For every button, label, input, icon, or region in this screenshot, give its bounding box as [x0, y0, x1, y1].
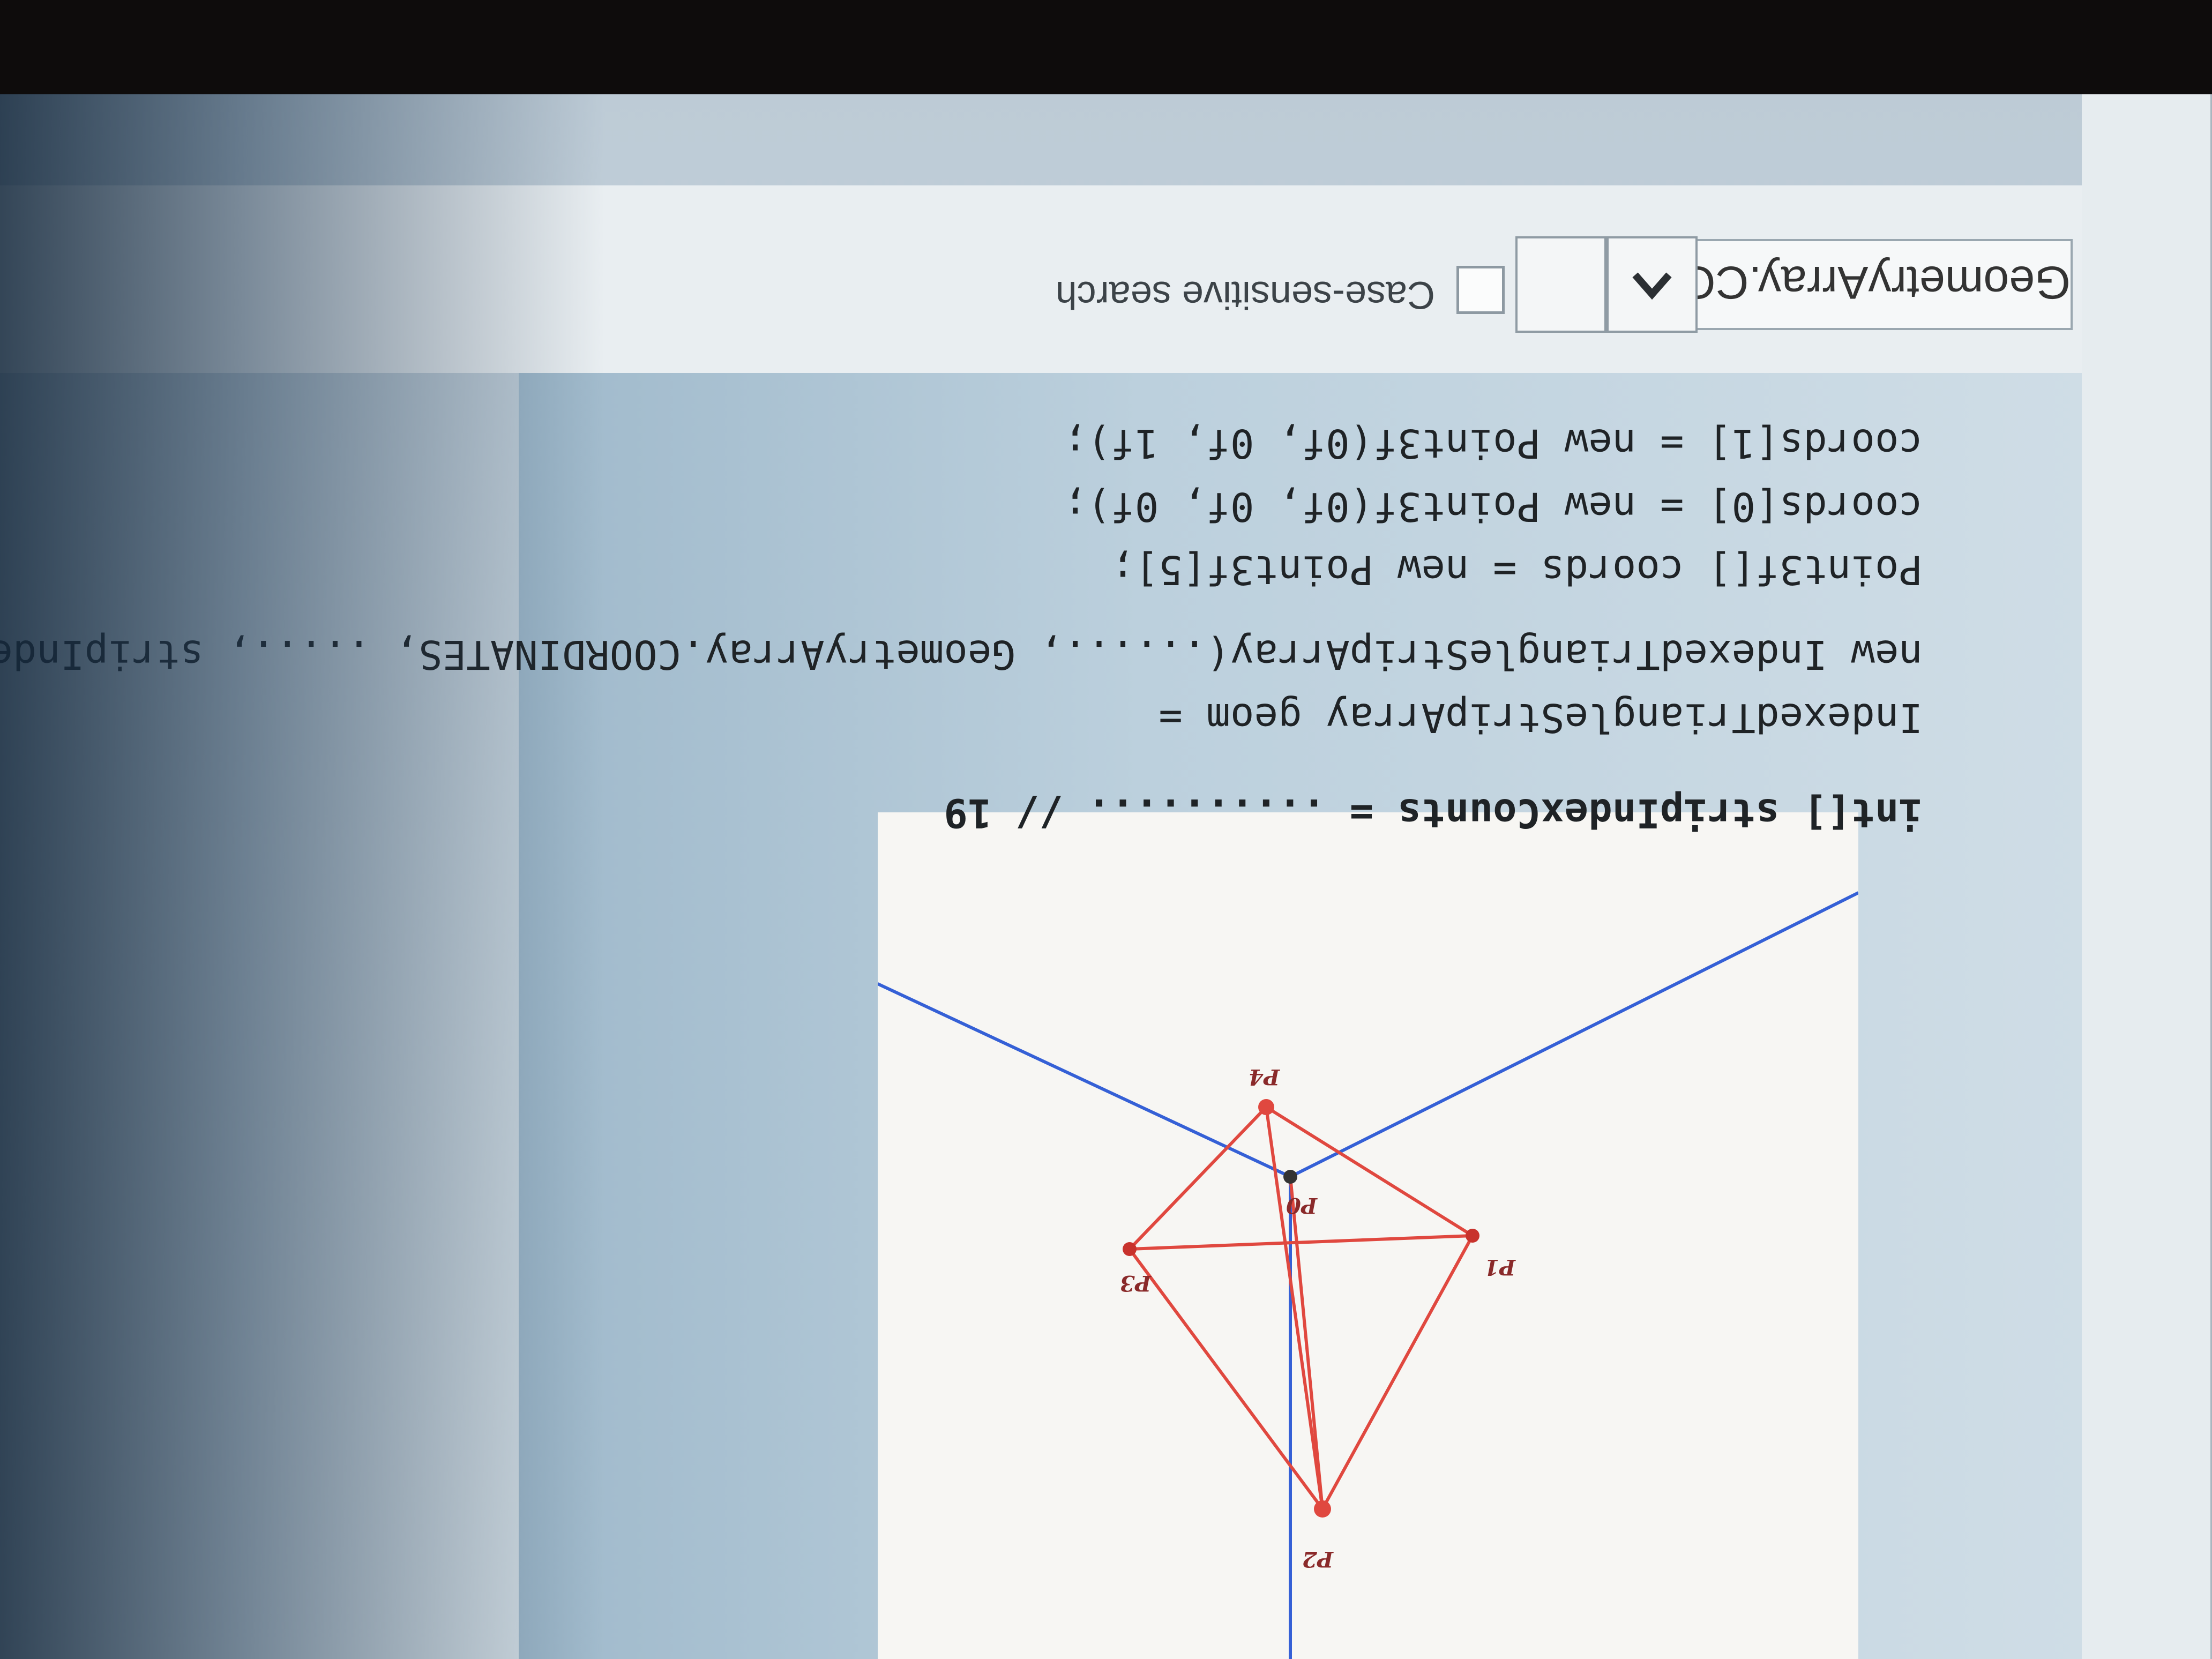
label-p1: P1 — [1484, 1254, 1516, 1280]
label-p2: P2 — [1302, 1546, 1334, 1572]
monitor-bezel — [0, 0, 2212, 94]
vertex-p3 — [1123, 1242, 1137, 1256]
edge-p2-p4 — [1265, 1107, 1324, 1509]
next-match-button-frame — [1515, 236, 1606, 333]
side-panel — [2082, 89, 2212, 1659]
edge-p1-p3 — [1129, 1234, 1473, 1251]
vertex-p2 — [1314, 1500, 1331, 1518]
edge-p0-p2 — [1289, 1176, 1324, 1509]
vertex-p4 — [1258, 1099, 1274, 1115]
vertex-p0 — [1283, 1170, 1297, 1184]
edge-p3-p4 — [1128, 1105, 1268, 1251]
label-p4: P4 — [1249, 1064, 1280, 1089]
chevron-up-icon — [1632, 272, 1672, 300]
axis-y — [1289, 891, 1858, 1178]
document-content: P0 P1 P2 P3 P4 int[] stripIndexCounts = … — [0, 373, 2083, 1659]
label-p0: P0 — [1286, 1193, 1318, 1218]
label-p3: P3 — [1120, 1271, 1152, 1296]
case-sensitive-label: Case-sensitive search — [1055, 273, 1435, 316]
case-sensitive-checkbox[interactable] — [1456, 266, 1505, 314]
vertex-p1 — [1466, 1229, 1479, 1243]
previous-match-button[interactable] — [1606, 236, 1698, 333]
edge-p2-p1 — [1321, 1235, 1474, 1510]
edge-p2-p3 — [1128, 1248, 1324, 1510]
screen-glare — [0, 89, 604, 1659]
tetrahedron-figure: P0 P1 P2 P3 P4 — [878, 812, 1858, 1659]
